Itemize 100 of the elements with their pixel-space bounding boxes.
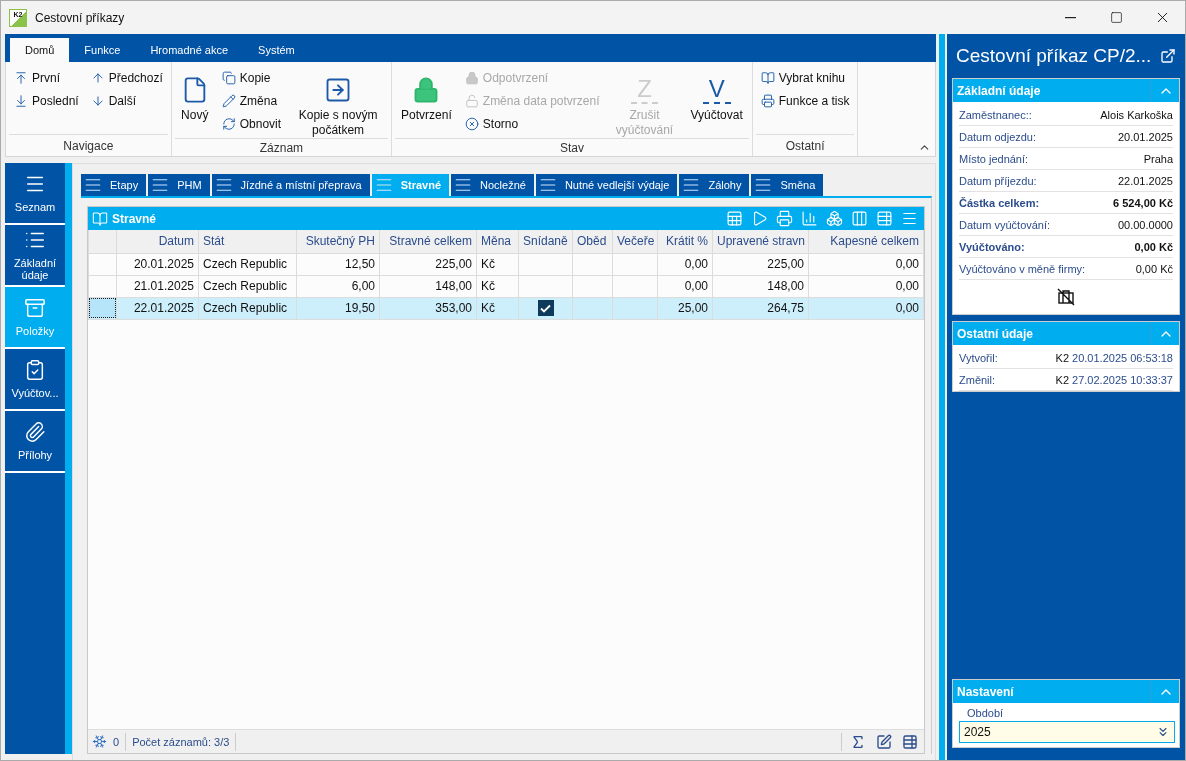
ribbon-tab[interactable]: Hromadné akce bbox=[135, 38, 244, 62]
checkbox-cell[interactable] bbox=[518, 275, 573, 297]
ribbon-button[interactable]: Kopie bbox=[218, 66, 285, 89]
edit-button[interactable] bbox=[874, 733, 894, 750]
ribbon-button[interactable]: Funkce a tisk bbox=[757, 89, 853, 112]
ribbon-tab[interactable]: Funkce bbox=[69, 38, 136, 62]
lock-icon bbox=[464, 70, 479, 85]
checkbox-cell[interactable] bbox=[518, 297, 573, 319]
field-value: 0,00 Kč bbox=[1134, 240, 1173, 253]
crossed-briefcase-icon bbox=[1056, 287, 1076, 307]
table-cell: Czech Republic bbox=[198, 275, 297, 297]
checkbox-cell[interactable] bbox=[612, 253, 658, 275]
snowflake-icon bbox=[92, 734, 107, 749]
column-header[interactable]: Stát bbox=[198, 230, 297, 253]
ribbon-tab[interactable]: Systém bbox=[243, 38, 310, 62]
table-cell: 225,00 bbox=[379, 253, 477, 275]
group-label: Stav bbox=[395, 138, 749, 156]
document-tab[interactable]: Jízdné a místní přeprava bbox=[211, 174, 370, 196]
unlocked-icon bbox=[464, 93, 479, 108]
checkbox-cell[interactable] bbox=[612, 297, 658, 319]
column-header[interactable]: Měna bbox=[476, 230, 519, 253]
table-cell: 12,50 bbox=[296, 253, 380, 275]
ribbon-button[interactable]: Potvrzení bbox=[397, 66, 456, 138]
ribbon-button[interactable]: Obnovit bbox=[218, 112, 285, 135]
bar-chart-icon bbox=[801, 210, 818, 227]
columns-button[interactable] bbox=[849, 210, 870, 227]
archive-icon bbox=[24, 297, 46, 319]
column-header[interactable]: Večeře bbox=[612, 230, 658, 253]
printer-button[interactable] bbox=[774, 210, 795, 227]
checkbox-cell[interactable] bbox=[612, 275, 658, 297]
boxes-button[interactable] bbox=[824, 210, 845, 227]
checkbox-cell[interactable] bbox=[572, 253, 613, 275]
group-label: Ostatní bbox=[755, 134, 855, 156]
document-tab[interactable]: Etapy bbox=[81, 174, 147, 196]
checkbox-cell[interactable] bbox=[572, 275, 613, 297]
document-tab[interactable]: Nocležné bbox=[451, 174, 534, 196]
row-selector[interactable] bbox=[89, 298, 116, 318]
ribbon-button[interactable]: Kopie s novým počátkem bbox=[290, 66, 387, 138]
card-title: Ostatní údaje bbox=[957, 326, 1033, 341]
play-icon bbox=[751, 210, 768, 227]
maximize-icon bbox=[1109, 11, 1123, 24]
grid-title: Stravné bbox=[112, 211, 158, 226]
ribbon-button[interactable]: Vybrat knihu bbox=[757, 66, 853, 89]
ribbon-button[interactable]: V Vyúčtovat bbox=[686, 66, 747, 138]
field-value: Praha bbox=[1143, 152, 1173, 165]
open-book-icon bbox=[760, 70, 775, 85]
ribbon-button[interactable]: Změna bbox=[218, 89, 285, 112]
table-cell: 0,00 bbox=[808, 253, 924, 275]
table-cell: 20.01.2025 bbox=[116, 253, 199, 275]
column-header[interactable]: Snídaně bbox=[518, 230, 573, 253]
document-tab[interactable]: Směna bbox=[751, 174, 824, 196]
document-tab[interactable]: Zálohy bbox=[679, 174, 750, 196]
ribbon-button[interactable]: Nový bbox=[176, 66, 213, 138]
record-count: Počet záznamů: 3/3 bbox=[132, 735, 230, 748]
ribbon-button[interactable]: Předchozí bbox=[87, 66, 166, 89]
printer-icon bbox=[776, 210, 793, 227]
checkbox-cell[interactable] bbox=[518, 253, 573, 275]
field-label: Datum odjezdu: bbox=[959, 130, 1037, 143]
field-value: 20.01.2025 bbox=[1117, 130, 1173, 143]
group-label: Záznam bbox=[174, 138, 389, 156]
ribbon-button[interactable]: Poslední bbox=[11, 89, 82, 112]
table-button[interactable] bbox=[874, 210, 895, 227]
filter-count: 0 bbox=[113, 735, 120, 748]
boxes-icon bbox=[826, 210, 843, 227]
ribbon-button[interactable]: Další bbox=[87, 89, 166, 112]
table-cell: 148,00 bbox=[712, 275, 809, 297]
open-external-button[interactable] bbox=[1158, 48, 1178, 64]
column-header[interactable]: Kapesné celkem bbox=[808, 230, 924, 253]
column-header[interactable]: Stravné celkem bbox=[379, 230, 477, 253]
paperclip-icon bbox=[24, 421, 46, 443]
add-record-button[interactable] bbox=[900, 733, 920, 750]
field-label: Částka celkem: bbox=[959, 196, 1040, 209]
column-header[interactable]: Skutečný PH bbox=[296, 230, 380, 253]
document-tab[interactable]: PHM bbox=[148, 174, 210, 196]
table-cell: 6,00 bbox=[296, 275, 380, 297]
field-value: 00.00.0000 bbox=[1117, 218, 1173, 231]
external-link-icon bbox=[1160, 48, 1176, 64]
field-label: Zaměstnanec:: bbox=[959, 108, 1032, 121]
checkbox-cell[interactable] bbox=[572, 297, 613, 319]
ribbon-button[interactable]: Storno bbox=[461, 112, 603, 135]
table-cell: Kč bbox=[476, 297, 519, 319]
columns-icon bbox=[851, 210, 868, 227]
sigma-icon bbox=[850, 733, 866, 750]
column-header[interactable]: Upravené stravn bbox=[712, 230, 809, 253]
field-value: Alois Karkoška bbox=[1100, 108, 1173, 121]
column-header[interactable]: Datum bbox=[116, 230, 199, 253]
spreadsheet-button[interactable] bbox=[724, 210, 745, 227]
column-header[interactable]: Krátit % bbox=[657, 230, 713, 253]
dropdown-icon bbox=[1156, 725, 1170, 739]
table-cell: 0,00 bbox=[808, 297, 924, 319]
period-select[interactable]: 2025 bbox=[959, 721, 1175, 743]
clipboard-check-icon bbox=[24, 359, 46, 381]
document-tab[interactable]: Nutné vedlejší výdaje bbox=[535, 174, 678, 196]
ribbon-tab[interactable]: Domů bbox=[10, 38, 70, 62]
table-cell: 225,00 bbox=[712, 253, 809, 275]
field-value: 6 524,00 Kč bbox=[1113, 196, 1173, 209]
ribbon-button[interactable]: První bbox=[11, 66, 82, 89]
spreadsheet-icon bbox=[726, 210, 743, 227]
field-label: Datum příjezdu: bbox=[959, 174, 1037, 187]
column-header[interactable]: Oběd bbox=[572, 230, 613, 253]
